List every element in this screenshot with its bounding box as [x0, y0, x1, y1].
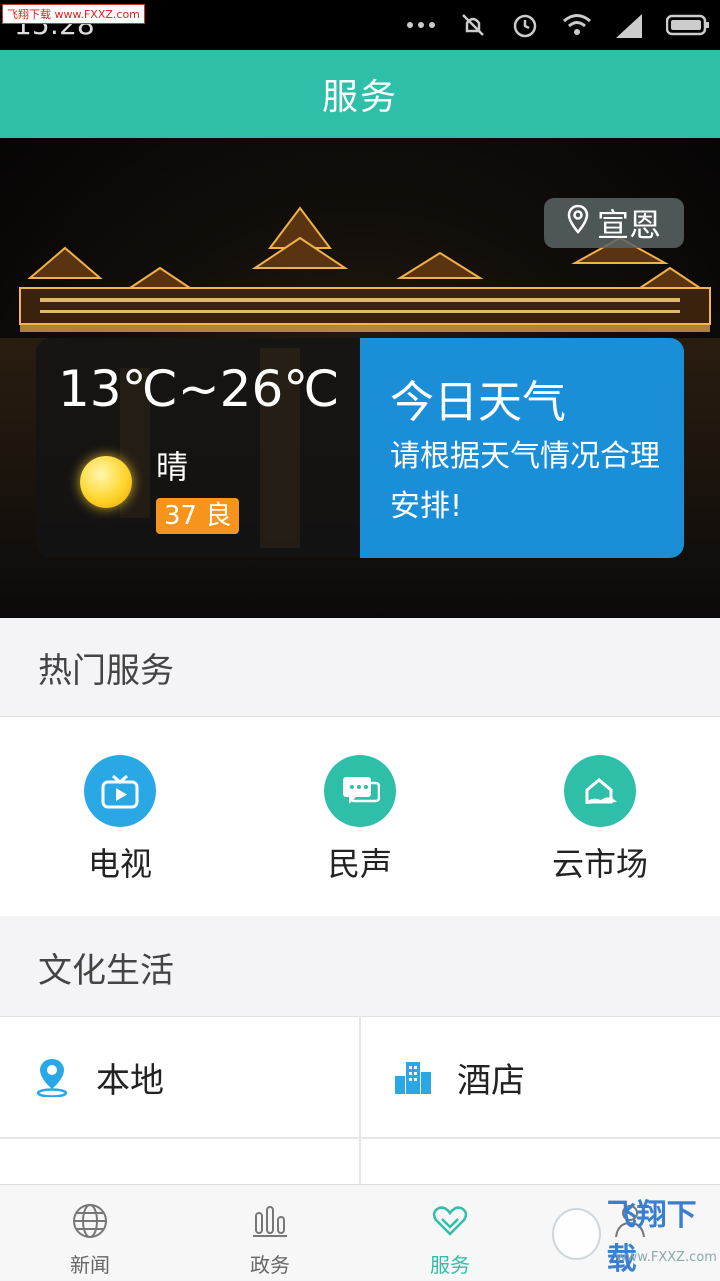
page-title: 服务 — [321, 77, 398, 118]
wifi-icon — [562, 10, 592, 40]
nav-label: 新闻 — [70, 1253, 110, 1277]
watermark-bottom: 飞翔下载 www.FXXZ.com — [552, 1196, 718, 1277]
service-tv[interactable]: 电视 — [0, 717, 240, 917]
service-public-voice[interactable]: 民声 — [240, 717, 480, 917]
nav-government[interactable]: 政务 — [180, 1185, 360, 1281]
hot-services-title: 热门服务 — [0, 618, 720, 716]
more-dots-icon — [406, 10, 436, 40]
service-label: 云市场 — [551, 845, 648, 883]
watermark-top: 飞翔下载 www.FXXZ.com — [2, 4, 145, 24]
cloud-market-icon — [564, 755, 636, 827]
chat-icon — [324, 755, 396, 827]
status-icons — [406, 10, 710, 40]
status-bar: 15:28 飞翔下载 www.FXXZ.com — [0, 0, 720, 50]
location-name: 宣恩 — [596, 206, 661, 244]
service-cloud-market[interactable]: 云市场 — [480, 717, 720, 917]
culture-item-hotel[interactable]: 酒店 — [361, 1017, 720, 1137]
watermark-logo-icon — [552, 1208, 601, 1260]
alarm-icon — [510, 10, 540, 40]
columns-icon — [252, 1203, 288, 1239]
watermark-url: www.FXXZ.com — [616, 1250, 717, 1265]
location-badge[interactable]: 宣恩 — [544, 198, 684, 248]
globe-icon — [72, 1203, 108, 1239]
service-label: 民声 — [327, 845, 392, 883]
nav-label: 政务 — [250, 1253, 290, 1277]
service-label: 电视 — [87, 845, 152, 883]
weather-condition: 晴 — [156, 448, 189, 486]
weather-card[interactable]: 13℃~26℃ 晴 37 良 今日天气 请根据天气情况合理安排! — [36, 338, 684, 558]
today-weather-panel: 今日天气 请根据天气情况合理安排! — [360, 338, 684, 558]
culture-item-local[interactable]: 本地 — [0, 1017, 359, 1137]
hot-services-grid: 电视 民声 云市场 — [0, 716, 720, 916]
battery-icon — [666, 10, 710, 40]
heart-icon — [432, 1203, 468, 1239]
nav-services[interactable]: 服务 — [360, 1185, 540, 1281]
aqi-badge: 37 良 — [156, 498, 240, 534]
location-pin-icon — [32, 1057, 72, 1097]
signal-icon — [614, 10, 644, 40]
sun-icon — [80, 456, 132, 508]
nav-news[interactable]: 新闻 — [0, 1185, 180, 1281]
temperature-range: 13℃~26℃ — [58, 360, 340, 418]
mute-icon — [458, 10, 488, 40]
grid-divider-horizontal — [0, 1137, 720, 1139]
today-weather-title: 今日天气 — [390, 377, 566, 428]
culture-item-label: 酒店 — [457, 1060, 525, 1101]
location-pin-icon — [567, 204, 589, 242]
culture-item-label: 本地 — [96, 1060, 164, 1101]
hero-banner[interactable]: 宣恩 13℃~26℃ 晴 37 良 今日天气 请根据天气情况合理安排! — [0, 138, 720, 618]
app-bar: 服务 — [0, 50, 720, 138]
today-weather-desc: 请根据天气情况合理安排! — [390, 439, 660, 524]
buildings-icon — [393, 1057, 433, 1097]
culture-life-title: 文化生活 — [0, 918, 720, 1016]
tv-icon — [84, 755, 156, 827]
nav-label: 服务 — [430, 1253, 470, 1277]
weather-summary: 13℃~26℃ 晴 37 良 — [36, 338, 360, 558]
